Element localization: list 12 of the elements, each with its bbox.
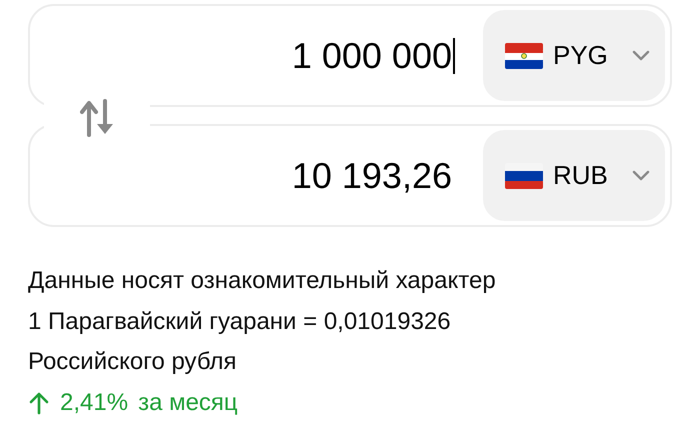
amount-field[interactable]: 1 000 000 — [292, 38, 455, 74]
chevron-down-icon — [632, 170, 650, 182]
flag-icon — [505, 42, 543, 68]
exchange-rate-text: 1 Парагвайский гуарани = 0,01019326 Российского рубля — [28, 307, 452, 377]
disclaimer-text: Данные носят ознакомительный характер — [28, 266, 497, 296]
chevron-down-icon — [632, 50, 650, 62]
swap-icon[interactable] — [80, 99, 114, 137]
change-period: за месяц — [138, 388, 238, 418]
currency-select[interactable]: RUB — [483, 130, 665, 221]
change-percent: 2,41% — [60, 388, 128, 418]
currency-select[interactable]: PYG — [483, 10, 665, 101]
amount-field[interactable]: 10 193,26 — [292, 158, 455, 194]
